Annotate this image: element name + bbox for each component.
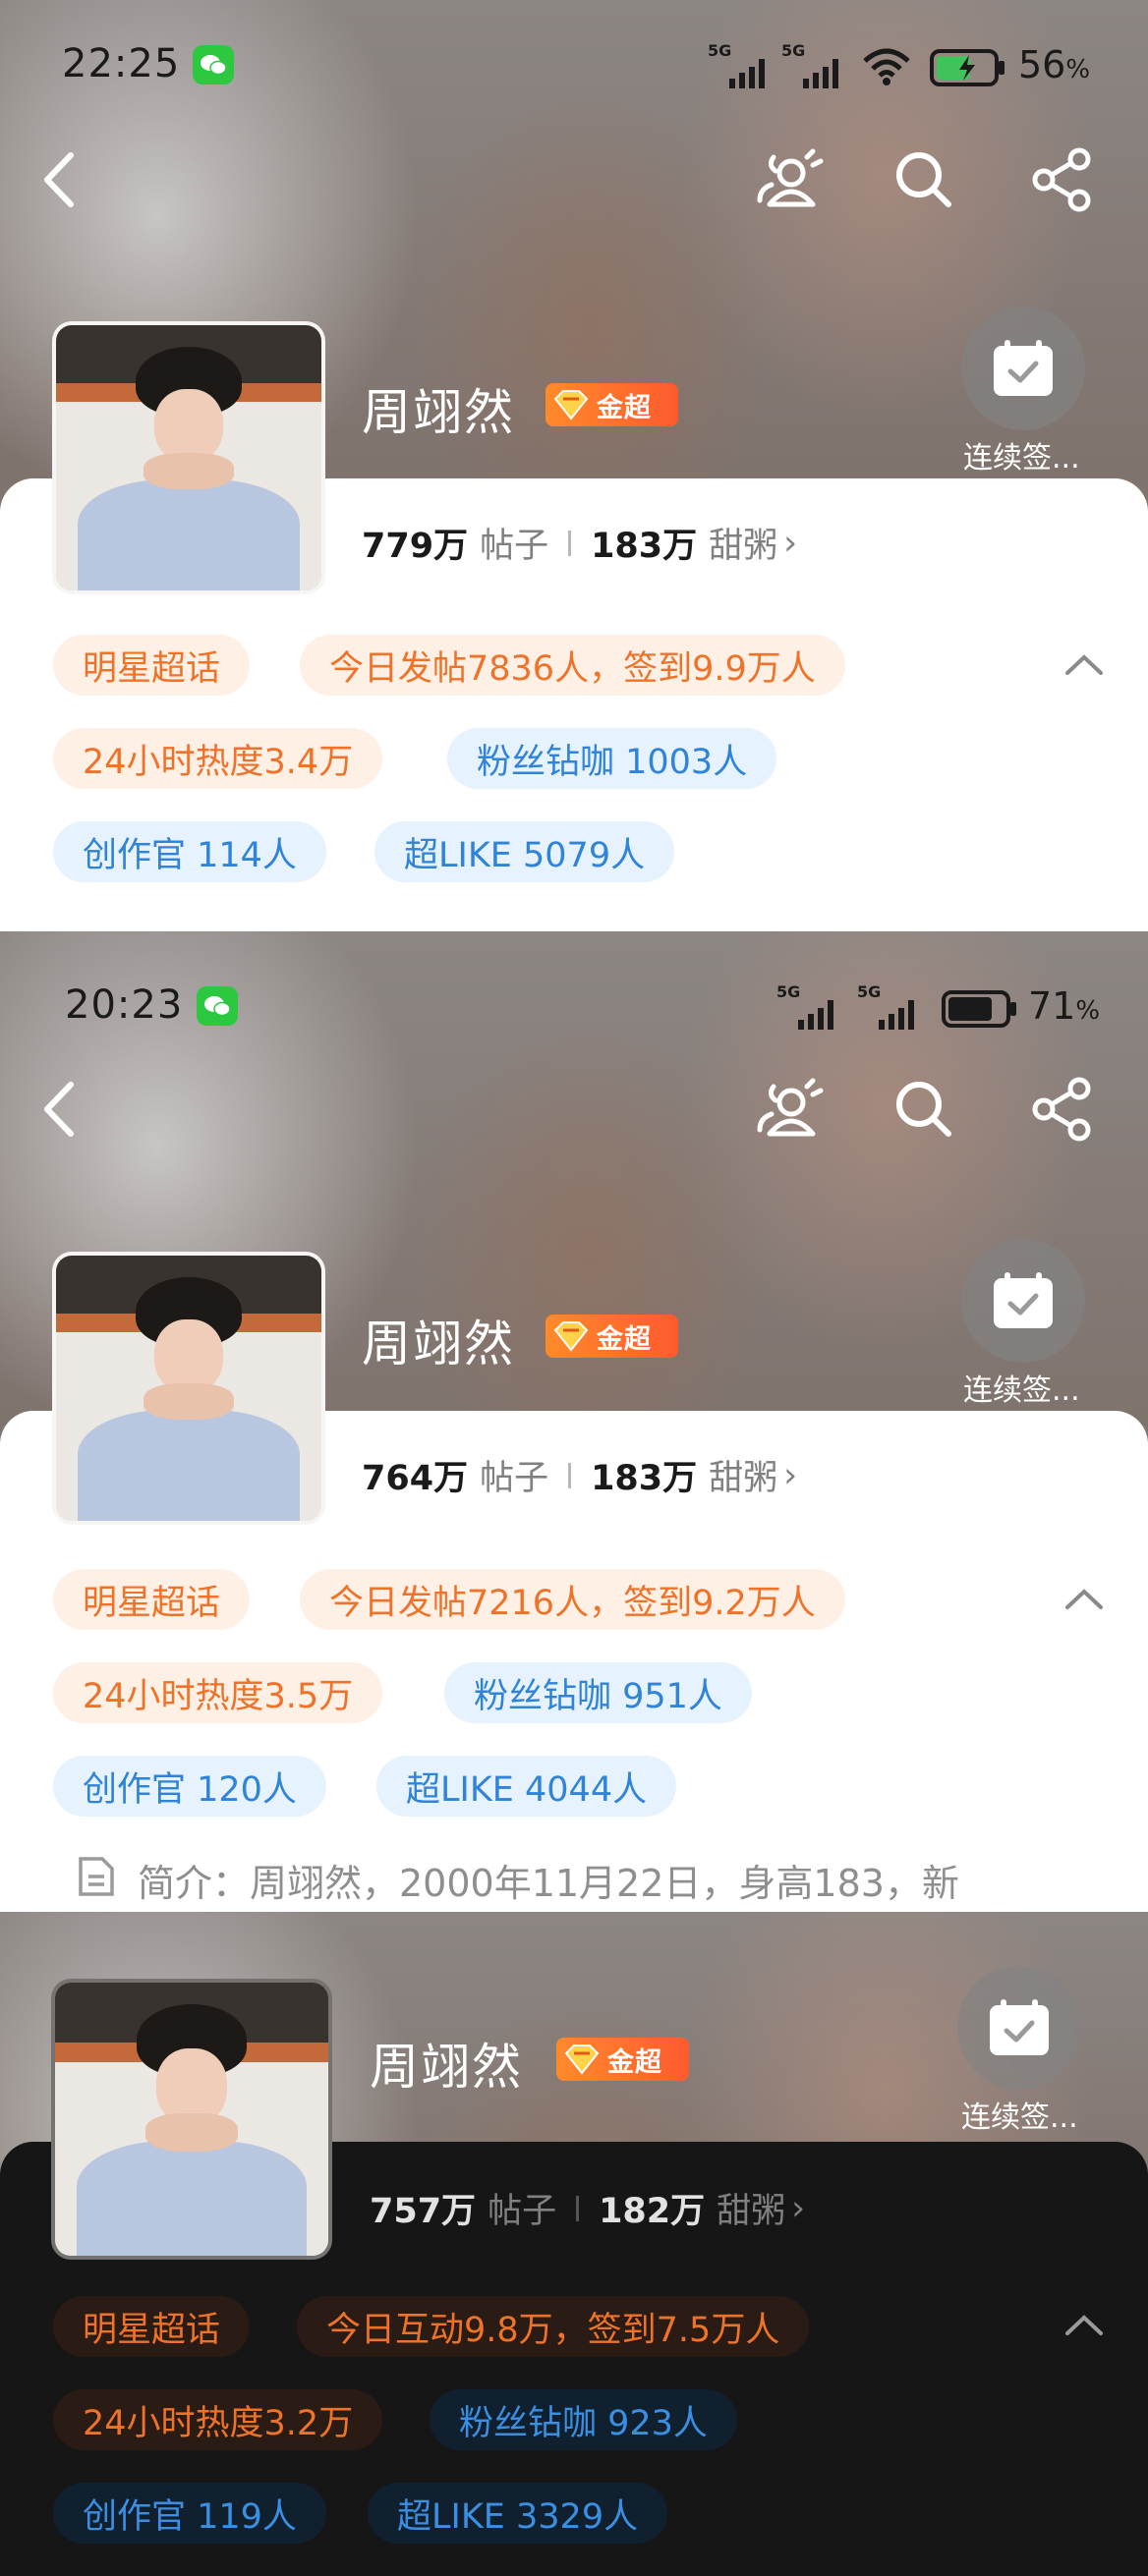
checkin-label: 连续签... (961, 2100, 1078, 2135)
chip-superlike[interactable]: 超LIKE 4044人 (376, 1756, 677, 1817)
search-icon[interactable] (890, 145, 958, 214)
chip-fan-vip[interactable]: 粉丝钻咖 951人 (444, 1662, 752, 1723)
wechat-icon (193, 45, 234, 84)
chip-today-stats[interactable]: 今日发帖7836人，签到9.9万人 (300, 635, 845, 696)
chip-superlike[interactable]: 超LIKE 3329人 (368, 2483, 668, 2544)
posts-label: 帖子 (488, 2192, 557, 2231)
screenshot-panel-2: 20:23 5G 5G 71% 连续签... 764万 帖子 183万 甜粥 ›… (0, 931, 1148, 1912)
topic-stats: 764万 帖子 183万 甜粥 › (362, 1450, 797, 1500)
battery-icon (930, 49, 1006, 90)
signal-icon: 5G (857, 982, 926, 1030)
people-icon[interactable] (752, 1073, 824, 1142)
topic-intro[interactable]: 简介：周翊然，2000年11月22日，身高183，新 (138, 1853, 959, 1907)
gold-topic-badge: 金超 (545, 1315, 678, 1358)
checkin-button[interactable] (961, 307, 1085, 430)
chip-24h-heat[interactable]: 24小时热度3.5万 (53, 1662, 383, 1723)
fans-count[interactable]: 182万 (599, 2183, 705, 2233)
chip-today-stats[interactable]: 今日发帖7216人，签到9.2万人 (300, 1569, 845, 1630)
diamond-icon (545, 383, 597, 426)
checkin-label: 连续签... (963, 441, 1080, 476)
posts-count: 779万 (362, 527, 469, 566)
chip-creator[interactable]: 创作官 119人 (53, 2483, 326, 2544)
gold-topic-badge: 金超 (545, 383, 678, 426)
signal-icon: 5G (776, 982, 845, 1030)
chip-star-topic[interactable]: 明星超话 (53, 635, 251, 696)
diamond-icon (556, 2038, 607, 2081)
stats-divider (568, 530, 572, 556)
chip-star-topic[interactable]: 明星超话 (53, 2296, 251, 2357)
wechat-icon (197, 986, 238, 1026)
checkin-button[interactable] (957, 1966, 1081, 2090)
chevron-up-icon[interactable] (1063, 653, 1105, 677)
topic-avatar[interactable] (51, 1979, 332, 2260)
back-icon[interactable] (28, 1075, 96, 1144)
topic-avatar[interactable] (52, 1252, 325, 1525)
fans-label[interactable]: 甜粥 (717, 2183, 785, 2233)
chip-creator[interactable]: 创作官 120人 (53, 1756, 326, 1817)
top-nav (0, 138, 1148, 226)
chevron-up-icon[interactable] (1063, 2314, 1105, 2337)
diamond-icon (545, 1315, 597, 1358)
chip-fan-vip[interactable]: 粉丝钻咖 923人 (430, 2389, 737, 2450)
share-icon[interactable] (1028, 145, 1097, 214)
back-icon[interactable] (28, 145, 96, 214)
signal-icon: 5G (781, 41, 840, 88)
search-icon[interactable] (890, 1075, 958, 1144)
topic-name: 周翊然 (362, 1316, 515, 1372)
status-time: 22:25 (62, 41, 181, 86)
status-time: 20:23 (65, 982, 184, 1028)
chevron-right-icon[interactable]: › (783, 1456, 797, 1495)
posts-count: 764万 (362, 1459, 469, 1498)
top-nav (0, 1067, 1148, 1155)
checkin-label: 连续签... (963, 1373, 1080, 1408)
screenshot-panel-3: 连续签... 757万 帖子 182万 甜粥 › 明星超话 今日互动9.8万，签… (0, 1912, 1148, 2576)
fans-label[interactable]: 甜粥 (709, 518, 777, 568)
chevron-right-icon[interactable]: › (783, 524, 797, 563)
topic-name: 周翊然 (370, 2039, 523, 2096)
people-icon[interactable] (752, 143, 824, 212)
chip-superlike[interactable]: 超LIKE 5079人 (374, 821, 675, 882)
battery-percent: 56% (1018, 43, 1091, 86)
status-bar: 22:25 5G 5G 56% (0, 29, 1148, 108)
topic-avatar[interactable] (52, 321, 325, 594)
chip-creator[interactable]: 创作官 114人 (53, 821, 326, 882)
topic-stats: 757万 帖子 182万 甜粥 › (370, 2183, 805, 2233)
chevron-right-icon[interactable]: › (791, 2189, 805, 2228)
gold-topic-badge: 金超 (556, 2038, 689, 2081)
chip-today-stats[interactable]: 今日互动9.8万，签到7.5万人 (297, 2296, 810, 2357)
posts-label: 帖子 (480, 1459, 549, 1498)
screenshot-panel-1: 22:25 5G 5G 56% 连续签... 779万 帖子 183万 甜粥 ›… (0, 0, 1148, 931)
document-icon (77, 1855, 116, 1902)
stats-divider (568, 1462, 572, 1488)
stats-divider (576, 2195, 580, 2221)
status-bar: 20:23 5G 5G 71% (0, 973, 1148, 1051)
signal-icon: 5G (708, 41, 767, 88)
chip-fan-vip[interactable]: 粉丝钻咖 1003人 (447, 728, 777, 789)
posts-count: 757万 (370, 2192, 477, 2231)
topic-stats: 779万 帖子 183万 甜粥 › (362, 518, 797, 568)
share-icon[interactable] (1028, 1075, 1097, 1144)
chip-star-topic[interactable]: 明星超话 (53, 1569, 251, 1630)
battery-icon (942, 990, 1018, 1032)
chip-24h-heat[interactable]: 24小时热度3.4万 (53, 728, 383, 789)
fans-count[interactable]: 183万 (591, 1450, 697, 1500)
checkin-button[interactable] (961, 1239, 1085, 1363)
topic-name: 周翊然 (362, 384, 515, 441)
chevron-up-icon[interactable] (1063, 1588, 1105, 1611)
battery-percent: 71% (1028, 984, 1101, 1028)
fans-count[interactable]: 183万 (591, 518, 697, 568)
chip-24h-heat[interactable]: 24小时热度3.2万 (53, 2389, 383, 2450)
posts-label: 帖子 (480, 527, 549, 566)
wifi-icon (861, 45, 912, 90)
fans-label[interactable]: 甜粥 (709, 1450, 777, 1500)
